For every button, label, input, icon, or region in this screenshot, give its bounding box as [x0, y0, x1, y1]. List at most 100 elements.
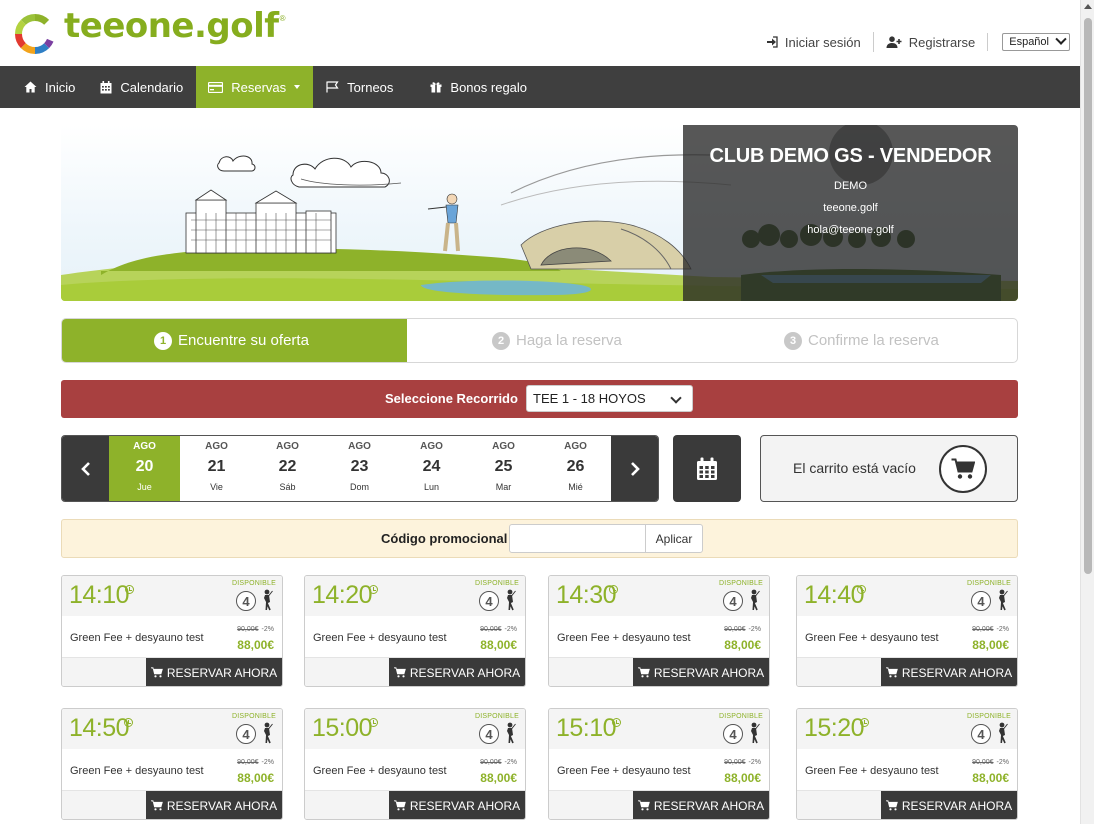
rate-description: Green Fee + desyauno test — [313, 765, 447, 777]
clock-icon — [125, 585, 134, 594]
date-day: 23 — [350, 458, 369, 475]
shopping-cart-icon — [637, 800, 650, 811]
players-available: 4 — [723, 591, 743, 611]
shopping-cart-icon — [393, 667, 406, 678]
rate-description: Green Fee + desyauno test — [313, 632, 447, 644]
golfer-icon — [264, 589, 273, 611]
sign-in-icon — [766, 36, 778, 48]
clock-icon — [860, 718, 869, 727]
calendar-button[interactable] — [673, 435, 741, 502]
promo-code-input[interactable] — [509, 524, 646, 553]
original-price: 90,00€ -2% — [972, 759, 1009, 766]
calendar-icon — [697, 457, 717, 480]
old-price: 90,00€ — [480, 626, 502, 633]
nav-item-bonos[interactable]: Bonos regalo — [406, 66, 540, 108]
scroll-up-icon[interactable] — [1084, 4, 1092, 9]
tee-time: 14:10 — [69, 581, 130, 609]
book-now-button[interactable]: RESERVAR AHORA — [633, 791, 769, 819]
date-item[interactable]: AGO 20 Jue — [109, 436, 180, 501]
availability-label: DISPONIBLE — [474, 580, 519, 587]
logo-text: teeone.golf — [64, 6, 279, 46]
availability-label: DISPONIBLE — [474, 713, 519, 720]
cart-icon-button[interactable] — [939, 445, 987, 493]
tee-time-header: 14:50 DISPONIBLE 4 — [62, 709, 282, 749]
book-now-label: RESERVAR AHORA — [409, 665, 521, 680]
date-item[interactable]: AGO 26 Mié — [540, 436, 611, 501]
login-label: Iniciar sesión — [784, 34, 861, 50]
tee-time: 15:20 — [804, 714, 865, 742]
original-price: 90,00€ -2% — [237, 626, 274, 633]
date-item[interactable]: AGO 22 Sáb — [252, 436, 323, 501]
login-link[interactable]: Iniciar sesión — [754, 32, 873, 52]
step-number: 2 — [492, 331, 510, 350]
nav-item-reservas[interactable]: Reservas — [196, 66, 314, 108]
book-now-button[interactable]: RESERVAR AHORA — [389, 791, 525, 819]
date-day: 25 — [494, 458, 513, 475]
tee-time: 14:50 — [69, 714, 130, 742]
chevron-left-icon — [80, 461, 90, 476]
shopping-cart[interactable]: El carrito está vacío — [760, 435, 1018, 502]
availability-label: DISPONIBLE — [966, 713, 1011, 720]
credit-card-icon — [208, 81, 224, 93]
rate-description: Green Fee + desyauno test — [557, 765, 691, 777]
main-nav: Inicio Calendario Reservas Torneos Bonos… — [0, 66, 1080, 108]
tee-time-footer: RESERVAR AHORA — [62, 657, 282, 686]
language-select[interactable]: Español — [1002, 33, 1070, 51]
price: 88,00€ — [237, 771, 274, 785]
date-item[interactable]: AGO 25 Mar — [468, 436, 539, 501]
date-item[interactable]: AGO 21 Vie — [181, 436, 252, 501]
apply-promo-button[interactable]: Aplicar — [645, 524, 703, 553]
old-price: 90,00€ — [724, 626, 746, 633]
clock-icon — [612, 718, 621, 727]
old-price: 90,00€ — [480, 759, 502, 766]
chevron-down-icon — [1055, 33, 1067, 45]
course-select[interactable]: TEE 1 - 18 HOYOS — [526, 385, 693, 412]
date-month: AGO — [492, 441, 515, 452]
clock-icon — [124, 718, 133, 727]
club-email[interactable]: hola@teeone.golf — [683, 224, 1018, 236]
shopping-cart-icon — [885, 800, 898, 811]
book-now-button[interactable]: RESERVAR AHORA — [633, 658, 769, 686]
user-plus-icon — [886, 36, 902, 48]
tee-time-footer: RESERVAR AHORA — [305, 657, 525, 686]
scrollbar-thumb[interactable] — [1084, 18, 1092, 574]
nav-item-calendario[interactable]: Calendario — [88, 66, 196, 108]
rate-description: Green Fee + desyauno test — [557, 632, 691, 644]
logo[interactable]: teeone.golf ® — [13, 6, 286, 56]
date-item[interactable]: AGO 23 Dom — [324, 436, 395, 501]
tee-time-card: 14:40 DISPONIBLE 4 Green Fee + desyauno tes… — [796, 575, 1018, 687]
nav-label: Torneos — [347, 79, 394, 95]
price: 88,00€ — [972, 638, 1009, 652]
date-weekday: Sáb — [279, 482, 296, 492]
book-now-button[interactable]: RESERVAR AHORA — [146, 791, 282, 819]
prev-dates-button[interactable] — [62, 436, 109, 501]
logo-registered: ® — [279, 14, 286, 23]
shopping-cart-icon — [885, 667, 898, 678]
tee-time-footer: RESERVAR AHORA — [797, 790, 1017, 819]
rate-description: Green Fee + desyauno test — [805, 632, 939, 644]
club-name: CLUB DEMO GS - VENDEDOR — [709, 145, 992, 167]
book-now-button[interactable]: RESERVAR AHORA — [881, 658, 1017, 686]
date-month: AGO — [133, 441, 156, 452]
rate-description: Green Fee + desyauno test — [70, 765, 204, 777]
course-selector-bar: Seleccione Recorrido TEE 1 - 18 HOYOS — [61, 380, 1018, 418]
tee-time-card: 15:10 DISPONIBLE 4 Green Fee + desyauno tes… — [548, 708, 770, 820]
next-dates-button[interactable] — [611, 436, 658, 501]
book-now-button[interactable]: RESERVAR AHORA — [389, 658, 525, 686]
players-available: 4 — [479, 724, 499, 744]
date-weekday: Jue — [137, 482, 152, 492]
golfer-icon — [751, 722, 760, 744]
discount: -2% — [996, 626, 1009, 633]
page-scrollbar[interactable] — [1080, 0, 1094, 824]
register-link[interactable]: Registrarse — [872, 32, 987, 52]
book-now-button[interactable]: RESERVAR AHORA — [881, 791, 1017, 819]
date-day: 21 — [207, 458, 226, 475]
date-weekday: Vie — [210, 482, 223, 492]
availability-label: DISPONIBLE — [966, 580, 1011, 587]
nav-item-inicio[interactable]: Inicio — [0, 66, 88, 108]
date-item[interactable]: AGO 24 Lun — [396, 436, 467, 501]
clock-icon — [857, 585, 866, 594]
tee-time: 15:00 — [312, 714, 373, 742]
nav-item-torneos[interactable]: Torneos — [313, 66, 406, 108]
book-now-button[interactable]: RESERVAR AHORA — [146, 658, 282, 686]
